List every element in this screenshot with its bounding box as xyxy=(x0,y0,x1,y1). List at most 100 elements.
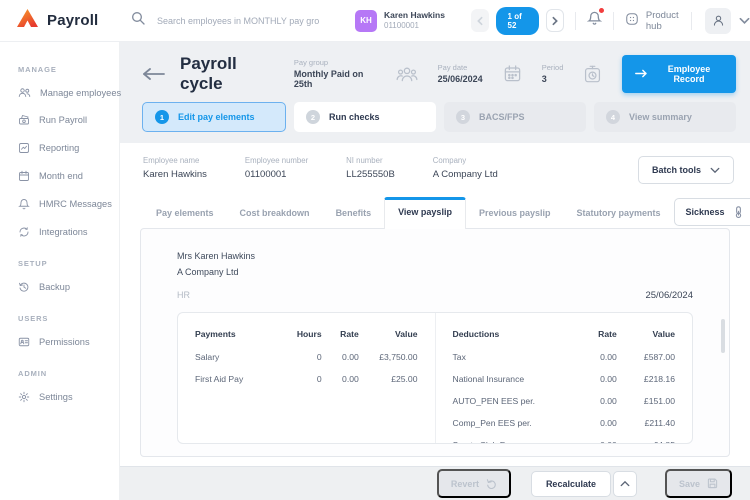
stopwatch-icon xyxy=(583,64,602,84)
id-card-icon xyxy=(18,336,30,348)
employee-number-field: Employee number 01100001 xyxy=(245,156,308,180)
sidebar-section-admin: ADMIN xyxy=(18,369,119,378)
step-bacs-fps: 3 BACS/FPS xyxy=(444,102,586,132)
employee-card: Employee name Karen Hawkins Employee num… xyxy=(120,143,750,466)
employee-pager: 1 of 52 xyxy=(471,7,564,35)
tab-view-payslip[interactable]: View payslip xyxy=(384,197,466,229)
payslip-tabs: Pay elements Cost breakdown Benefits Vie… xyxy=(120,192,750,228)
revert-button[interactable]: Revert xyxy=(437,469,511,498)
divider xyxy=(575,12,576,30)
sidebar-item-manage-employees[interactable]: Manage employees xyxy=(18,79,119,106)
sidebar-item-label: Reporting xyxy=(39,143,79,153)
sidebar-item-label: Permissions xyxy=(39,337,90,347)
column-header: Value xyxy=(359,326,418,346)
tab-benefits[interactable]: Benefits xyxy=(323,198,385,228)
person-icon xyxy=(705,8,731,34)
divider xyxy=(613,12,614,30)
deduction-row-label: National Insurance xyxy=(453,368,576,390)
chevron-down-icon xyxy=(739,17,750,25)
deduction-row-label: AUTO_PEN EES per. xyxy=(453,390,576,412)
payslip-department: HR xyxy=(177,290,190,300)
logo-icon xyxy=(17,9,38,32)
payslip-panel: Mrs Karen Hawkins A Company Ltd HR 25/06… xyxy=(140,228,730,457)
chevron-down-icon xyxy=(710,167,720,174)
deduction-row-label: Tax xyxy=(453,346,576,368)
back-button[interactable] xyxy=(142,68,166,80)
sidebar-item-label: Month end xyxy=(39,171,83,181)
pay-group-meta: Pay group Monthly Paid on 25th xyxy=(294,58,376,89)
chevron-up-icon xyxy=(620,480,630,487)
search-bar xyxy=(130,10,355,31)
sidebar-item-reporting[interactable]: Reporting xyxy=(18,134,119,162)
calendar-icon xyxy=(503,64,522,83)
sidebar-item-label: HMRC Messages xyxy=(39,199,112,209)
ni-number-field: NI number LL255550B xyxy=(346,156,395,180)
employee-name-field: Employee name Karen Hawkins xyxy=(143,156,207,180)
top-bar: Payroll KH Karen Hawkins 01100001 1 of 5… xyxy=(0,0,750,42)
employee-name: Karen Hawkins xyxy=(384,10,445,21)
deductions-table: Deductions Rate Value Tax 0.00 £587.00 N… xyxy=(436,313,693,444)
employee-number: 01100001 xyxy=(384,21,445,31)
action-footer: Revert Recalculate Save xyxy=(120,466,750,500)
app-grid-icon xyxy=(625,12,639,29)
undo-icon xyxy=(486,478,497,489)
step-run-checks[interactable]: 2 Run checks xyxy=(294,102,436,132)
people-icon xyxy=(396,65,418,83)
chart-icon xyxy=(18,142,30,154)
sidebar: MANAGE Manage employees Run Payroll Repo… xyxy=(0,42,120,500)
recalculate-button[interactable]: Recalculate xyxy=(531,471,611,497)
scrollbar-thumb[interactable] xyxy=(721,319,725,353)
tab-statutory-payments[interactable]: Statutory payments xyxy=(563,198,673,228)
sidebar-item-integrations[interactable]: Integrations xyxy=(18,218,119,246)
tab-pay-elements[interactable]: Pay elements xyxy=(143,198,227,228)
batch-tools-button[interactable]: Batch tools xyxy=(638,156,734,184)
search-icon xyxy=(130,10,146,31)
people-icon xyxy=(18,87,31,98)
current-employee-chip[interactable]: KH Karen Hawkins 01100001 xyxy=(355,10,471,32)
sidebar-item-run-payroll[interactable]: Run Payroll xyxy=(18,106,119,134)
notifications-button[interactable] xyxy=(587,10,602,31)
sickness-button[interactable]: Sickness xyxy=(674,198,750,226)
column-header: Value xyxy=(617,326,675,346)
page-header: Payroll cycle Pay group Monthly Paid on … xyxy=(120,42,750,92)
account-menu-button[interactable] xyxy=(705,8,750,34)
brand-name: Payroll xyxy=(47,12,98,29)
gear-icon xyxy=(18,391,30,403)
brand: Payroll xyxy=(0,9,122,32)
next-employee-button[interactable] xyxy=(546,9,564,32)
sidebar-item-hmrc-messages[interactable]: HMRC Messages xyxy=(18,190,119,218)
step-edit-pay-elements[interactable]: 1 Edit pay elements xyxy=(142,102,286,132)
recalculate-group: Recalculate xyxy=(531,471,637,497)
search-input[interactable] xyxy=(157,16,332,26)
tab-previous-payslip[interactable]: Previous payslip xyxy=(466,198,564,228)
notification-dot xyxy=(598,7,605,14)
save-button[interactable]: Save xyxy=(665,469,732,498)
sidebar-item-backup[interactable]: Backup xyxy=(18,273,119,301)
sidebar-item-label: Manage employees xyxy=(40,88,121,98)
sidebar-item-permissions[interactable]: Permissions xyxy=(18,328,119,356)
product-hub-button[interactable]: Product hub xyxy=(625,10,680,32)
column-header: Payments xyxy=(195,326,288,346)
employee-record-button[interactable]: Employee Record xyxy=(622,55,736,93)
sidebar-item-label: Run Payroll xyxy=(39,115,87,125)
step-view-summary: 4 View summary xyxy=(594,102,736,132)
prev-employee-button[interactable] xyxy=(471,9,489,32)
deduction-row-label: Comp_Pen EES per. xyxy=(453,412,576,434)
sidebar-item-label: Integrations xyxy=(39,227,88,237)
sidebar-item-settings[interactable]: Settings xyxy=(18,383,119,411)
sync-icon xyxy=(18,226,30,238)
company-field: Company A Company Ltd xyxy=(433,156,498,180)
payslip-tables: Payments Hours Rate Value Salary 0 0.00 … xyxy=(177,312,693,445)
column-header: Deductions xyxy=(453,326,576,346)
recalculate-options-button[interactable] xyxy=(613,471,637,497)
sidebar-section-setup: SETUP xyxy=(18,259,119,268)
sidebar-item-label: Settings xyxy=(39,392,73,402)
calendar-icon xyxy=(18,170,30,182)
tab-cost-breakdown[interactable]: Cost breakdown xyxy=(227,198,323,228)
arrow-right-icon xyxy=(635,69,648,78)
thermometer-icon xyxy=(733,206,744,218)
sidebar-item-month-end[interactable]: Month end xyxy=(18,162,119,190)
payroll-app: Payroll KH Karen Hawkins 01100001 1 of 5… xyxy=(0,0,750,500)
payroll-icon xyxy=(18,114,30,126)
save-icon xyxy=(707,478,718,489)
